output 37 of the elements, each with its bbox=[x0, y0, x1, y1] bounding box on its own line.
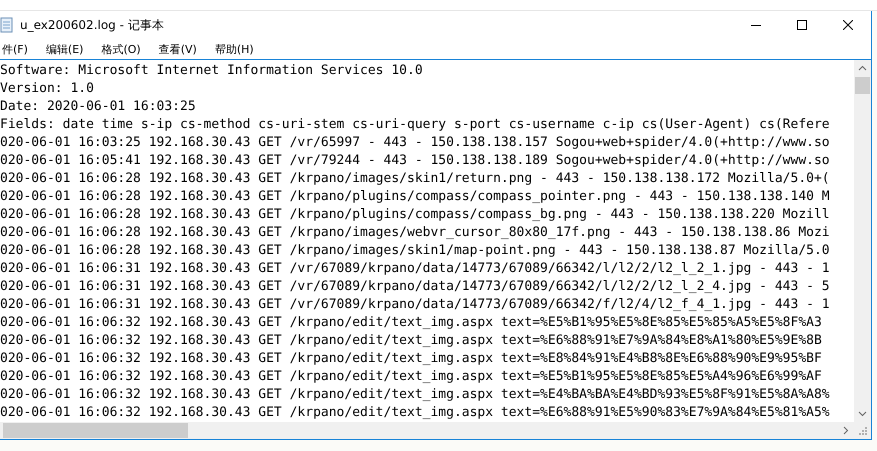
scroll-down-icon[interactable] bbox=[858, 409, 867, 418]
horizontal-scrollbar[interactable] bbox=[0, 422, 854, 439]
log-line: 020-06-01 16:06:32 192.168.30.43 GET /krpano/edit/text_img.aspx text=%E8%84%91%E4%B8%8E%E6%88%90%E9%95%BF bbox=[0, 350, 822, 368]
menu-item[interactable]: 编辑(E) bbox=[44, 42, 86, 56]
close-icon bbox=[843, 20, 853, 30]
log-line: 020-06-01 16:06:31 192.168.30.43 GET /vr/67089/krpano/data/14773/67089/66342/l/l2/2/l2_l_2_1.jpg - 443 - 1 bbox=[0, 260, 830, 278]
log-line: 020-06-01 16:06:28 192.168.30.43 GET /krpano/plugins/compass/compass_pointer.png - 443 - 150.138.138.140 M bbox=[0, 188, 830, 206]
menu-item[interactable]: 帮助(H) bbox=[212, 42, 256, 56]
maximize-icon bbox=[797, 20, 807, 30]
log-line: Fields: date time s-ip cs-method cs-uri-stem cs-uri-query s-port cs-username c-ip cs(User-Agent) cs(Refere bbox=[0, 116, 830, 134]
log-line: Version: 1.0 bbox=[0, 80, 94, 98]
log-line: 020-06-01 16:06:32 192.168.30.43 GET /krpano/edit/text_img.aspx text=%E5%B1%95%E5%8E%85%E5%85%A5%E5%8F%A3 bbox=[0, 314, 822, 332]
log-line: 020-06-01 16:06:31 192.168.30.43 GET /vr/67089/krpano/data/14773/67089/66342/f/l2/4/l2_f_4_1.jpg - 443 - 1 bbox=[0, 296, 830, 314]
scrollbar-thumb[interactable] bbox=[3, 423, 188, 438]
log-line: 020-06-01 16:05:41 192.168.30.43 GET /vr/79244 - 443 - 150.138.138.189 Sogou+web+spider/4.0(+http://www.so bbox=[0, 152, 830, 170]
log-line: 020-06-01 16:06:31 192.168.30.43 GET /vr/67089/krpano/data/14773/67089/66342/l/l2/2/l2_l_2_4.jpg - 443 - 5 bbox=[0, 278, 830, 296]
log-line: Date: 2020-06-01 16:03:25 bbox=[0, 98, 196, 116]
vertical-scrollbar[interactable] bbox=[854, 60, 871, 422]
scroll-up-icon[interactable] bbox=[858, 64, 867, 73]
log-line: 020-06-01 16:06:32 192.168.30.43 GET /krpano/edit/text_img.aspx text=%E6%88%91%E5%90%83%E7%9A%84%E5%81%A5% bbox=[0, 404, 830, 422]
menu-item[interactable]: 件(F) bbox=[0, 42, 30, 56]
window-title: u_ex200602.log - 记事本 bbox=[20, 16, 165, 34]
menu-item[interactable]: 格式(O) bbox=[99, 42, 143, 56]
log-line: 020-06-01 16:06:28 192.168.30.43 GET /krpano/images/skin1/return.png - 443 - 150.138.138.172 Mozilla/5.0+( bbox=[0, 170, 830, 188]
log-line: 020-06-01 16:06:28 192.168.30.43 GET /krpano/images/webvr_cursor_80x80_17f.png - 443 - 150.138.138.86 Mozi bbox=[0, 224, 830, 242]
log-line: 020-06-01 16:06:32 192.168.30.43 GET /krpano/edit/text_img.aspx text=%E5%B1%95%E5%8E%85%E5%A4%96%E6%99%AF bbox=[0, 368, 822, 386]
menu-item[interactable]: 查看(V) bbox=[156, 42, 199, 56]
log-line: 020-06-01 16:06:32 192.168.30.43 GET /krpano/edit/text_img.aspx text=%E4%BA%BA%E4%BD%93%E5%8F%91%E5%8A%A8% bbox=[0, 386, 830, 404]
scroll-right-icon[interactable] bbox=[841, 426, 850, 435]
log-line: 020-06-01 16:06:28 192.168.30.43 GET /krpano/plugins/compass/compass_bg.png - 443 - 150.138.138.220 Mozill bbox=[0, 206, 830, 224]
log-line: 020-06-01 16:03:25 192.168.30.43 GET /vr/65997 - 443 - 150.138.138.157 Sogou+web+spider/4.0(+http://www.so bbox=[0, 134, 830, 152]
log-line: Software: Microsoft Internet Information Services 10.0 bbox=[0, 62, 423, 80]
scrollbar-thumb[interactable] bbox=[855, 77, 870, 94]
notepad-file-icon bbox=[0, 17, 14, 33]
log-line: 020-06-01 16:06:28 192.168.30.43 GET /krpano/images/skin1/map-point.png - 443 - 150.138.138.87 Mozilla/5.0 bbox=[0, 242, 830, 260]
log-line: 020-06-01 16:06:32 192.168.30.43 GET /krpano/edit/text_img.aspx text=%E6%88%91%E7%9A%84%E8%A1%80%E5%9E%8B bbox=[0, 332, 822, 350]
resize-grip-icon[interactable] bbox=[858, 426, 867, 435]
